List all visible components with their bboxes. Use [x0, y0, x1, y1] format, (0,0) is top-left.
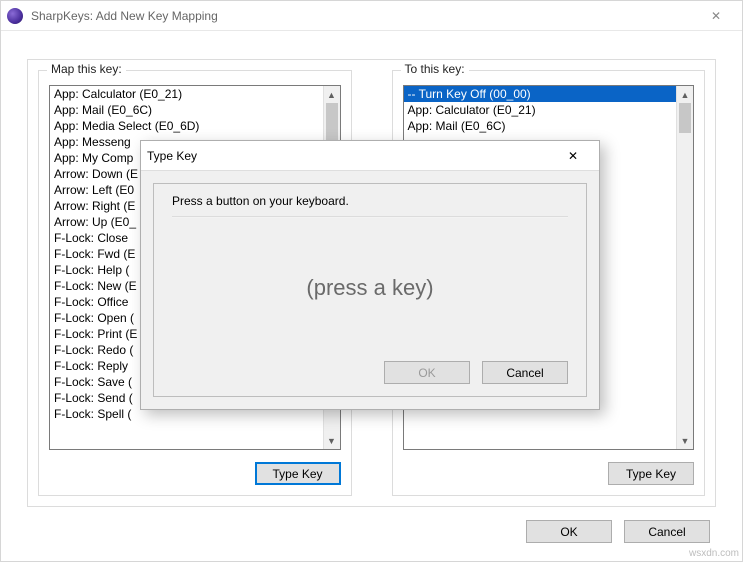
modal-backdrop: Type Key ✕ Press a button on your keyboa… — [0, 0, 743, 562]
close-icon[interactable]: ✕ — [553, 141, 593, 171]
watermark: wsxdn.com — [689, 548, 739, 559]
dialog-titlebar: Type Key ✕ — [141, 141, 599, 171]
dialog-cancel-button[interactable]: Cancel — [482, 361, 568, 384]
dialog-title: Type Key — [147, 149, 553, 163]
dialog-ok-button[interactable]: OK — [384, 361, 470, 384]
press-key-hint: (press a key) — [172, 218, 568, 357]
dialog-prompt: Press a button on your keyboard. — [172, 194, 568, 210]
dialog-body: Press a button on your keyboard. (press … — [153, 183, 587, 397]
dialog-button-row: OK Cancel — [172, 357, 568, 386]
type-key-dialog: Type Key ✕ Press a button on your keyboa… — [140, 140, 600, 410]
